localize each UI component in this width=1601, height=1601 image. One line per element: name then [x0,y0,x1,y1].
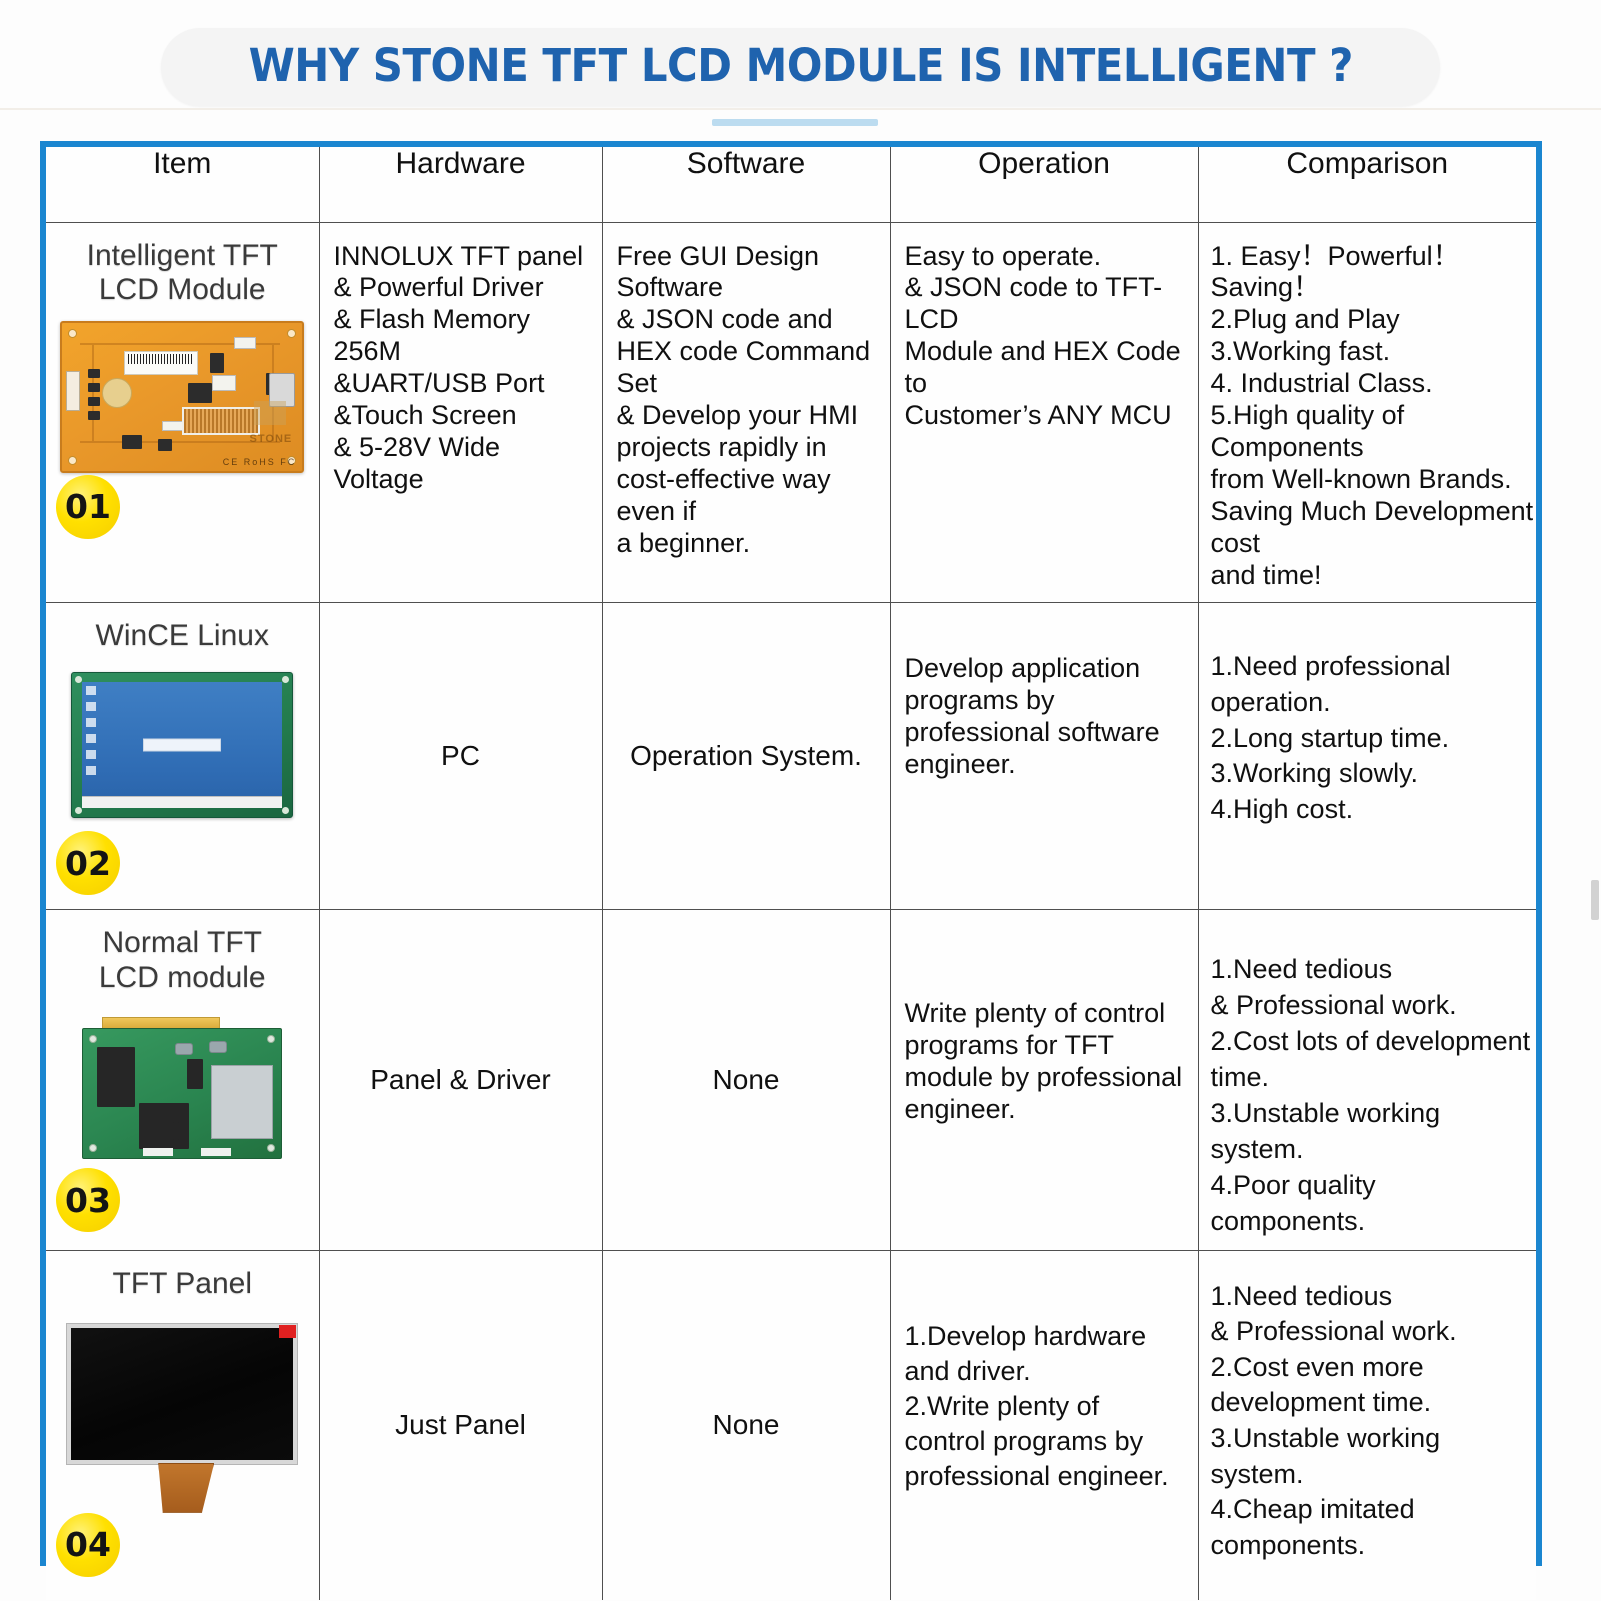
header-row: Item Hardware Software Operation Compari… [46,147,1536,223]
comparison-table: Item Hardware Software Operation Compari… [46,147,1536,1601]
title-accent-bar [712,119,878,126]
title-pill: WHY STONE TFT LCD MODULE IS INTELLIGENT … [160,28,1441,106]
comparison-text-row1: 1. Easy！Powerful！Saving！ 2.Plug and Play… [1210,240,1534,591]
hardware-cell-row1: INNOLUX TFT panel & Powerful Driver & Fl… [318,221,603,604]
pcb-barcode-label [124,350,199,375]
item-label-row3: Normal TFT LCD module [98,926,266,994]
panel-red-tab [279,1324,297,1338]
operation-text-row3: Write plenty of control programs for TFT… [904,998,1183,1125]
hardware-text-row1: INNOLUX TFT panel & Powerful Driver & Fl… [333,240,584,495]
row-badge-03: 03 [56,1168,120,1233]
column-header-software: Software [601,147,891,223]
comparison-cell-row1: 1. Easy！Powerful！Saving！ 2.Plug and Play… [1197,221,1536,604]
page-root: WHY STONE TFT LCD MODULE IS INTELLIGENT … [0,0,1601,1601]
table-row: Intelligent TFT LCD Module STONE CE RoHS… [46,221,1536,604]
software-cell-row4: None [601,1249,891,1601]
pcb-ffc-connector [182,406,261,435]
software-text-row1: Free GUI Design Software & JSON code and… [616,240,871,559]
green-board-wince-screen-image [71,671,294,818]
item-label-row2: WinCE Linux [95,619,269,653]
operation-cell-row1: Easy to operate. & JSON code to TFT-LCD … [889,221,1199,604]
software-cell-row1: Free GUI Design Software & JSON code and… [601,221,891,604]
item-label-row1: Intelligent TFT LCD Module [86,238,278,306]
software-text-row2: Operation System. [630,740,862,772]
item-cell-row2: WinCE Linux 02 [46,602,320,911]
table-row: TFT Panel 04 Just Panel None 1.Develop h… [46,1249,1536,1601]
page-title: WHY STONE TFT LCD MODULE IS INTELLIGENT … [248,39,1353,92]
comparison-cell-row2: 1.Need professional operation. 2.Long st… [1197,602,1536,911]
hardware-cell-row3: Panel & Driver [318,909,603,1251]
hardware-text-row4: Just Panel [395,1409,526,1441]
wince-screen [82,681,283,808]
bare-tft-panel-image [66,1322,299,1513]
operation-cell-row2: Develop application programs by professi… [889,602,1199,911]
table-row: WinCE Linux 02 PC Operation System. Deve… [46,602,1536,911]
panel-flex-cable [158,1462,215,1513]
row-badge-02: 02 [56,831,120,896]
row-badge-04: 04 [56,1512,120,1577]
item-cell-row1: Intelligent TFT LCD Module STONE CE RoHS… [46,221,320,604]
item-content-row2: WinCE Linux [46,603,319,818]
column-header-hardware: Hardware [318,147,603,223]
comparison-cell-row4: 1.Need tedious & Professional work. 2.Co… [1197,1249,1536,1601]
software-text-row3: None [712,1063,780,1095]
item-content-row1: Intelligent TFT LCD Module STONE CE RoHS… [46,223,319,473]
comparison-table-frame: Item Hardware Software Operation Compari… [40,141,1542,1601]
operation-cell-row4: 1.Develop hardware and driver. 2.Write p… [889,1249,1199,1601]
column-header-operation: Operation [889,147,1199,223]
title-banner: WHY STONE TFT LCD MODULE IS INTELLIGENT … [0,28,1601,106]
column-header-item: Item [46,147,320,223]
top-divider-line [0,108,1601,110]
comparison-text-row3: 1.Need tedious & Professional work. 2.Co… [1210,954,1531,1236]
software-cell-row2: Operation System. [601,602,891,911]
item-label-row4: TFT Panel [112,1266,253,1300]
software-text-row4: None [712,1409,780,1441]
software-cell-row3: None [601,909,891,1251]
table-body: Intelligent TFT LCD Module STONE CE RoHS… [46,221,1536,1601]
operation-text-row4: 1.Develop hardware and driver. 2.Write p… [904,1320,1169,1491]
hardware-cell-row4: Just Panel [318,1249,603,1601]
table-header: Item Hardware Software Operation Compari… [46,147,1536,223]
item-content-row3: Normal TFT LCD module [46,910,319,1164]
row-badge-01: 01 [56,474,120,539]
item-cell-row4: TFT Panel 04 [46,1249,320,1601]
hardware-text-row2: PC [441,740,480,772]
comparison-text-row4: 1.Need tedious & Professional work. 2.Co… [1210,1280,1457,1560]
operation-text-row1: Easy to operate. & JSON code to TFT-LCD … [904,240,1181,431]
page-edge-mark [1591,880,1599,920]
green-driver-board-image [78,1016,286,1165]
hardware-text-row3: Panel & Driver [370,1063,551,1095]
operation-text-row2: Develop application programs by professi… [904,653,1160,780]
operation-cell-row3: Write plenty of control programs for TFT… [889,909,1199,1251]
item-content-row4: TFT Panel [46,1251,319,1513]
column-header-comparison: Comparison [1197,147,1536,223]
orange-tft-pcb-image: STONE CE RoHS FC [60,320,305,473]
item-cell-row3: Normal TFT LCD module 03 [46,909,320,1251]
comparison-cell-row3: 1.Need tedious & Professional work. 2.Co… [1197,909,1536,1251]
table-row: Normal TFT LCD module 03 Panel & Driver … [46,909,1536,1251]
hardware-cell-row2: PC [318,602,603,911]
comparison-text-row2: 1.Need professional operation. 2.Long st… [1210,651,1451,824]
